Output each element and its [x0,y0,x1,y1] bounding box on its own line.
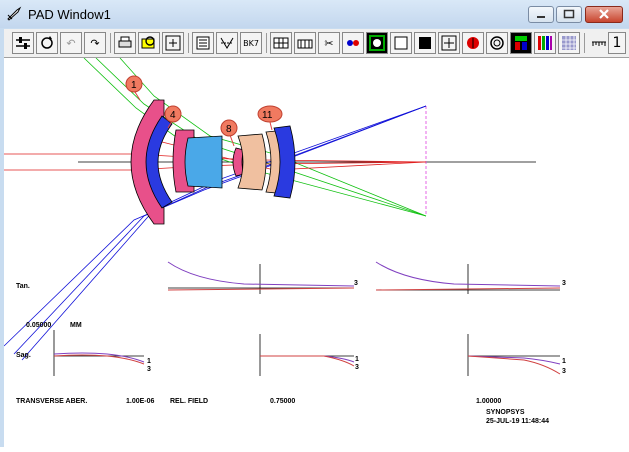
move-icon[interactable] [438,32,460,54]
toolbar: ↶ ↷ BK7 ✂ 1 [4,29,629,58]
scroll-icon[interactable] [192,32,214,54]
bk7-icon[interactable]: BK7 [240,32,262,54]
maximize-icon [563,9,575,19]
scale-value: 0.05000 [26,322,52,329]
surface-label: 11 [262,110,273,121]
fit-icon[interactable] [162,32,184,54]
footer-wavelength: 1.00E-06 [126,398,155,405]
stripes-icon[interactable] [534,32,556,54]
scissors-icon[interactable]: ✂ [318,32,340,54]
camera-icon[interactable] [366,32,388,54]
red-dot-icon[interactable] [462,32,484,54]
zoom-lens-icon[interactable] [138,32,160,54]
surface-label: 1 [131,80,137,91]
sliders-icon[interactable] [12,32,34,54]
app-icon [7,6,22,21]
glass-icon[interactable] [294,32,316,54]
minimize-icon [537,16,545,18]
print-icon[interactable] [114,32,136,54]
window-title: PAD Window1 [28,7,111,22]
dots-icon[interactable] [342,32,364,54]
tan-label: Tan. [16,283,30,290]
aberration-icon[interactable] [216,32,238,54]
curve-label: 3 [355,364,359,371]
close-icon [599,9,609,19]
color-bars-icon[interactable] [510,32,532,54]
lens-drawing: 1 4 8 11 [3,57,561,376]
curve-label: 1 [355,356,359,363]
stamp-vendor: SYNOPSYS [486,409,525,416]
sag-label: Sag. [16,352,31,359]
curve-label: 3 [562,368,566,375]
plot-canvas[interactable]: 1 4 8 11 Tan. Sag. 0.05000 MM 3 3 1 3 1 … [3,57,629,447]
minimize-button[interactable] [528,6,554,23]
black-square-icon[interactable] [414,32,436,54]
sag-plots [53,330,561,376]
redo-one-icon[interactable]: ↷ [84,32,106,54]
footer-field-mid: 0.75000 [270,398,296,405]
surface-badge: 8 [220,119,238,147]
title-bar[interactable]: PAD Window1 [0,0,629,28]
footer-rel-field: REL. FIELD [170,398,209,405]
pad-window: PAD Window1 ↶ ↷ BK7 ✂ 1 1 4 8 11 Tan. Sa… [0,0,629,447]
mesh-icon[interactable] [558,32,580,54]
surface-badge: 11 [257,105,283,131]
close-button[interactable] [585,6,623,23]
scale-unit: MM [70,322,82,329]
curve-label: 1 [147,358,151,365]
curve-label: 3 [147,366,151,373]
curve-label: 3 [562,280,566,287]
footer-field-full: 1.00000 [476,398,502,405]
white-square-icon[interactable] [390,32,412,54]
surface-badge: 1 [125,75,143,101]
tan-plots [167,261,561,294]
undo-icon[interactable]: ↶ [60,32,82,54]
maximize-button[interactable] [556,6,582,23]
footer-transverse: TRANSVERSE ABER. [16,398,88,405]
stamp-date: 25-JUL-19 11:48:44 [486,418,550,425]
ruler-icon[interactable] [588,32,610,54]
curve-label: 1 [562,358,566,365]
table-icon[interactable] [270,32,292,54]
curve-label: 3 [354,280,358,287]
ring-icon[interactable] [486,32,508,54]
surface-label: 4 [170,110,176,121]
overflow-button[interactable]: 1 [608,32,626,54]
rotate-icon[interactable] [36,32,58,54]
surface-label: 8 [226,124,232,135]
